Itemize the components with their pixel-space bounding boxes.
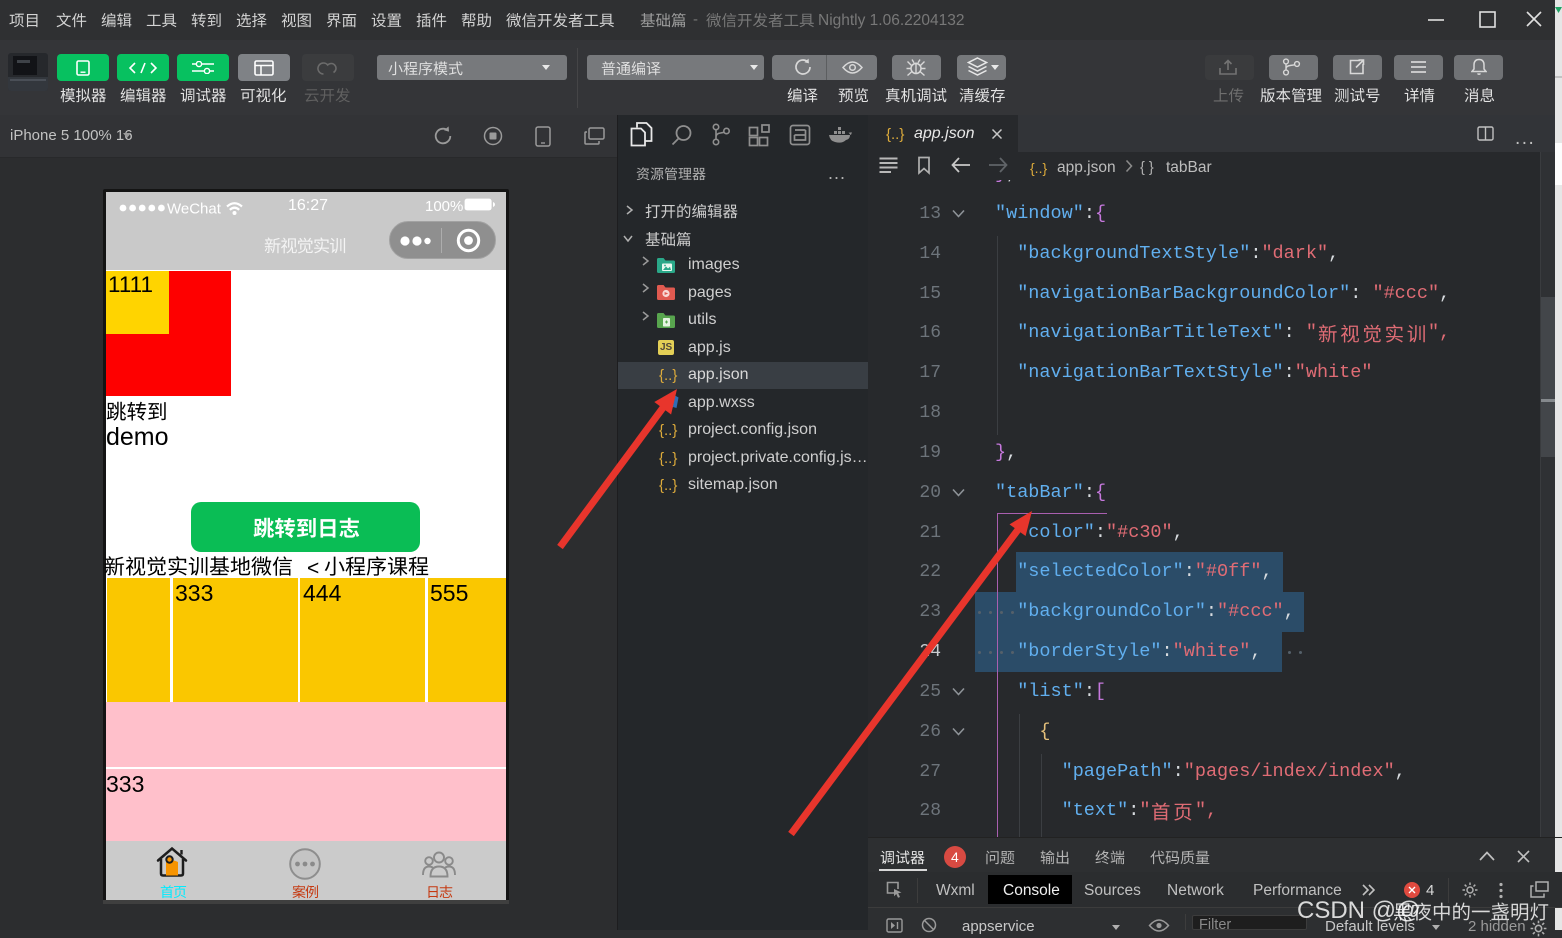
svg-text:WeChat: WeChat <box>167 201 222 215</box>
